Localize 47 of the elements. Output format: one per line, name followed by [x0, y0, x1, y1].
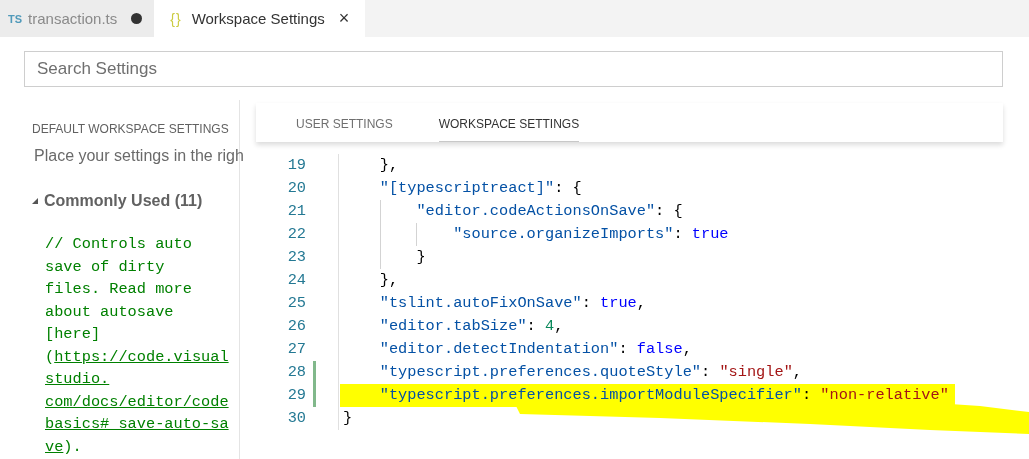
code-line: "[typescriptreact]": {: [378, 178, 583, 199]
line-number: 28: [287, 362, 307, 383]
line-number: 23: [287, 247, 307, 268]
link[interactable]: https://code.visual: [54, 345, 229, 368]
code-line: "editor.tabSize": 4,: [378, 316, 565, 337]
code-line: "editor.codeActionsOnSave": {: [343, 200, 955, 223]
code-line: "editor.detectIndentation": false,: [378, 339, 693, 360]
section-header: DEFAULT WORKSPACE SETTINGS: [31, 121, 230, 138]
line-number: 25: [287, 293, 307, 314]
group-label[interactable]: Commonly Used (11): [44, 192, 203, 210]
code-line: "source.organizeImports": true: [343, 223, 955, 246]
comment-text: (: [45, 346, 55, 368]
comment-text: // Controls auto: [45, 234, 192, 255]
link[interactable]: basics#_save-auto-sa: [45, 413, 229, 436]
code-line: }: [343, 408, 354, 429]
editor-tab[interactable]: TS transaction.ts: [0, 0, 155, 37]
link[interactable]: ve: [45, 435, 64, 458]
code-line: "typescript.preferences.quoteStyle": "single",: [378, 362, 803, 383]
expand-triangle-icon[interactable]: [32, 198, 38, 204]
comment-text: files. Read more: [45, 279, 192, 300]
code-line: },: [378, 270, 400, 291]
line-number: 24: [287, 270, 307, 291]
settings-tab[interactable]: USER SETTINGS: [296, 117, 393, 142]
line-number: 19: [287, 155, 307, 176]
editor-tab[interactable]: {} Workspace Settings ×: [154, 0, 366, 37]
settings-tab[interactable]: WORKSPACE SETTINGS: [438, 117, 580, 142]
line-number: 27: [287, 339, 307, 360]
comment-text: ).: [63, 436, 82, 458]
close-icon[interactable]: ×: [338, 8, 350, 29]
line-number: 21: [287, 201, 307, 222]
code-line: },: [378, 155, 400, 176]
code-line: "tslint.autoFixOnSave": true,: [378, 293, 647, 314]
search-field[interactable]: Search Settings: [24, 51, 1003, 87]
line-number: 26: [287, 316, 307, 337]
comment-text: about autosave: [45, 301, 174, 323]
comment-text: [here]: [45, 324, 101, 345]
hint-text: Place your settings in the righ: [33, 146, 244, 165]
line-number: 30: [287, 408, 307, 429]
comment-text: save of dirty: [45, 256, 165, 278]
file-type-icon: {}: [170, 10, 182, 27]
line-number: 29: [287, 385, 307, 406]
link[interactable]: studio.: [45, 368, 110, 391]
file-type-icon: TS: [8, 12, 23, 25]
line-number: 22: [287, 224, 307, 245]
line-number: 20: [287, 178, 307, 199]
code-line: }: [343, 246, 955, 269]
link[interactable]: com/docs/editor/code: [45, 390, 229, 413]
